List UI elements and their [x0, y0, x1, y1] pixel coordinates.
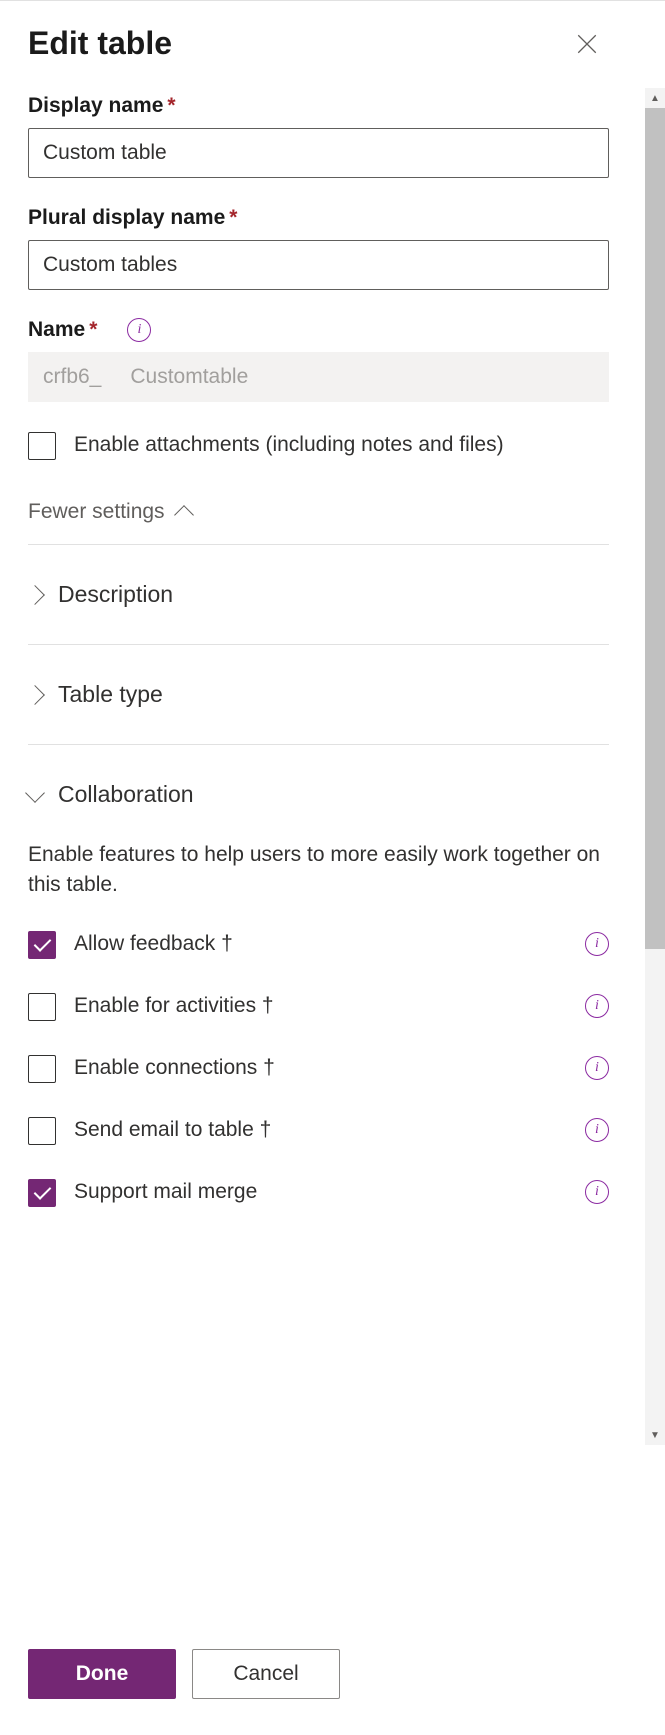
panel-header: Edit table: [0, 1, 665, 82]
name-group: Name* i crfb6_: [28, 318, 609, 402]
support-mail-merge-row: Support mail merge i: [28, 1177, 609, 1207]
send-email-row: Send email to table † i: [28, 1115, 609, 1145]
plural-display-name-label-text: Plural display name: [28, 206, 225, 229]
table-type-accordion[interactable]: Table type: [28, 657, 609, 732]
info-icon[interactable]: i: [585, 1118, 609, 1142]
enable-attachments-checkbox[interactable]: [28, 432, 56, 460]
allow-feedback-row: Allow feedback † i: [28, 929, 609, 959]
required-indicator: *: [229, 206, 237, 229]
name-label: Name*: [28, 318, 97, 342]
plural-display-name-label: Plural display name*: [28, 206, 609, 230]
close-icon: [577, 34, 597, 54]
plural-display-name-group: Plural display name*: [28, 206, 609, 290]
display-name-label: Display name*: [28, 94, 609, 118]
collaboration-accordion[interactable]: Collaboration: [28, 757, 609, 832]
allow-feedback-label: Allow feedback †: [74, 929, 233, 958]
display-name-label-text: Display name: [28, 94, 163, 117]
enable-connections-label: Enable connections †: [74, 1053, 275, 1082]
display-name-group: Display name*: [28, 94, 609, 178]
chevron-down-icon: [25, 783, 45, 803]
support-mail-merge-label: Support mail merge: [74, 1177, 257, 1206]
enable-activities-label: Enable for activities †: [74, 991, 274, 1020]
enable-connections-row: Enable connections † i: [28, 1053, 609, 1083]
close-button[interactable]: [569, 26, 605, 62]
chevron-right-icon: [25, 585, 45, 605]
table-type-title: Table type: [58, 681, 163, 708]
enable-attachments-row: Enable attachments (including notes and …: [28, 430, 609, 460]
description-title: Description: [58, 581, 173, 608]
send-email-label: Send email to table †: [74, 1115, 271, 1144]
collaboration-section: Enable features to help users to more ea…: [28, 832, 609, 1207]
info-icon[interactable]: i: [127, 318, 151, 342]
chevron-up-icon: [174, 505, 194, 525]
edit-table-panel: Edit table ▲ ▼ Display name* Plural disp…: [0, 0, 665, 1735]
panel-body: Display name* Plural display name* Name*…: [0, 82, 665, 1624]
description-accordion[interactable]: Description: [28, 557, 609, 632]
send-email-checkbox[interactable]: [28, 1117, 56, 1145]
info-icon[interactable]: i: [585, 994, 609, 1018]
collaboration-options: Allow feedback † i Enable for activities…: [28, 929, 609, 1207]
name-prefix-group: crfb6_: [28, 352, 609, 402]
display-name-input[interactable]: [28, 128, 609, 178]
chevron-right-icon: [25, 685, 45, 705]
name-label-text: Name: [28, 318, 85, 341]
collaboration-desc: Enable features to help users to more ea…: [28, 840, 609, 901]
info-icon[interactable]: i: [585, 1056, 609, 1080]
collaboration-title: Collaboration: [58, 781, 194, 808]
enable-attachments-label: Enable attachments (including notes and …: [74, 430, 504, 459]
plural-display-name-input[interactable]: [28, 240, 609, 290]
done-button[interactable]: Done: [28, 1649, 176, 1699]
info-icon[interactable]: i: [585, 1180, 609, 1204]
support-mail-merge-checkbox[interactable]: [28, 1179, 56, 1207]
cancel-button[interactable]: Cancel: [192, 1649, 340, 1699]
name-prefix: crfb6_: [28, 352, 115, 402]
required-indicator: *: [167, 94, 175, 117]
enable-connections-checkbox[interactable]: [28, 1055, 56, 1083]
required-indicator: *: [89, 318, 97, 341]
fewer-settings-toggle[interactable]: Fewer settings: [28, 500, 609, 524]
panel-title: Edit table: [28, 25, 172, 62]
info-icon[interactable]: i: [585, 932, 609, 956]
enable-activities-checkbox[interactable]: [28, 993, 56, 1021]
divider: [28, 644, 609, 645]
divider: [28, 744, 609, 745]
panel-footer: Done Cancel: [0, 1624, 665, 1735]
name-input: [115, 352, 609, 402]
allow-feedback-checkbox[interactable]: [28, 931, 56, 959]
fewer-settings-label: Fewer settings: [28, 500, 165, 524]
divider: [28, 544, 609, 545]
enable-activities-row: Enable for activities † i: [28, 991, 609, 1021]
